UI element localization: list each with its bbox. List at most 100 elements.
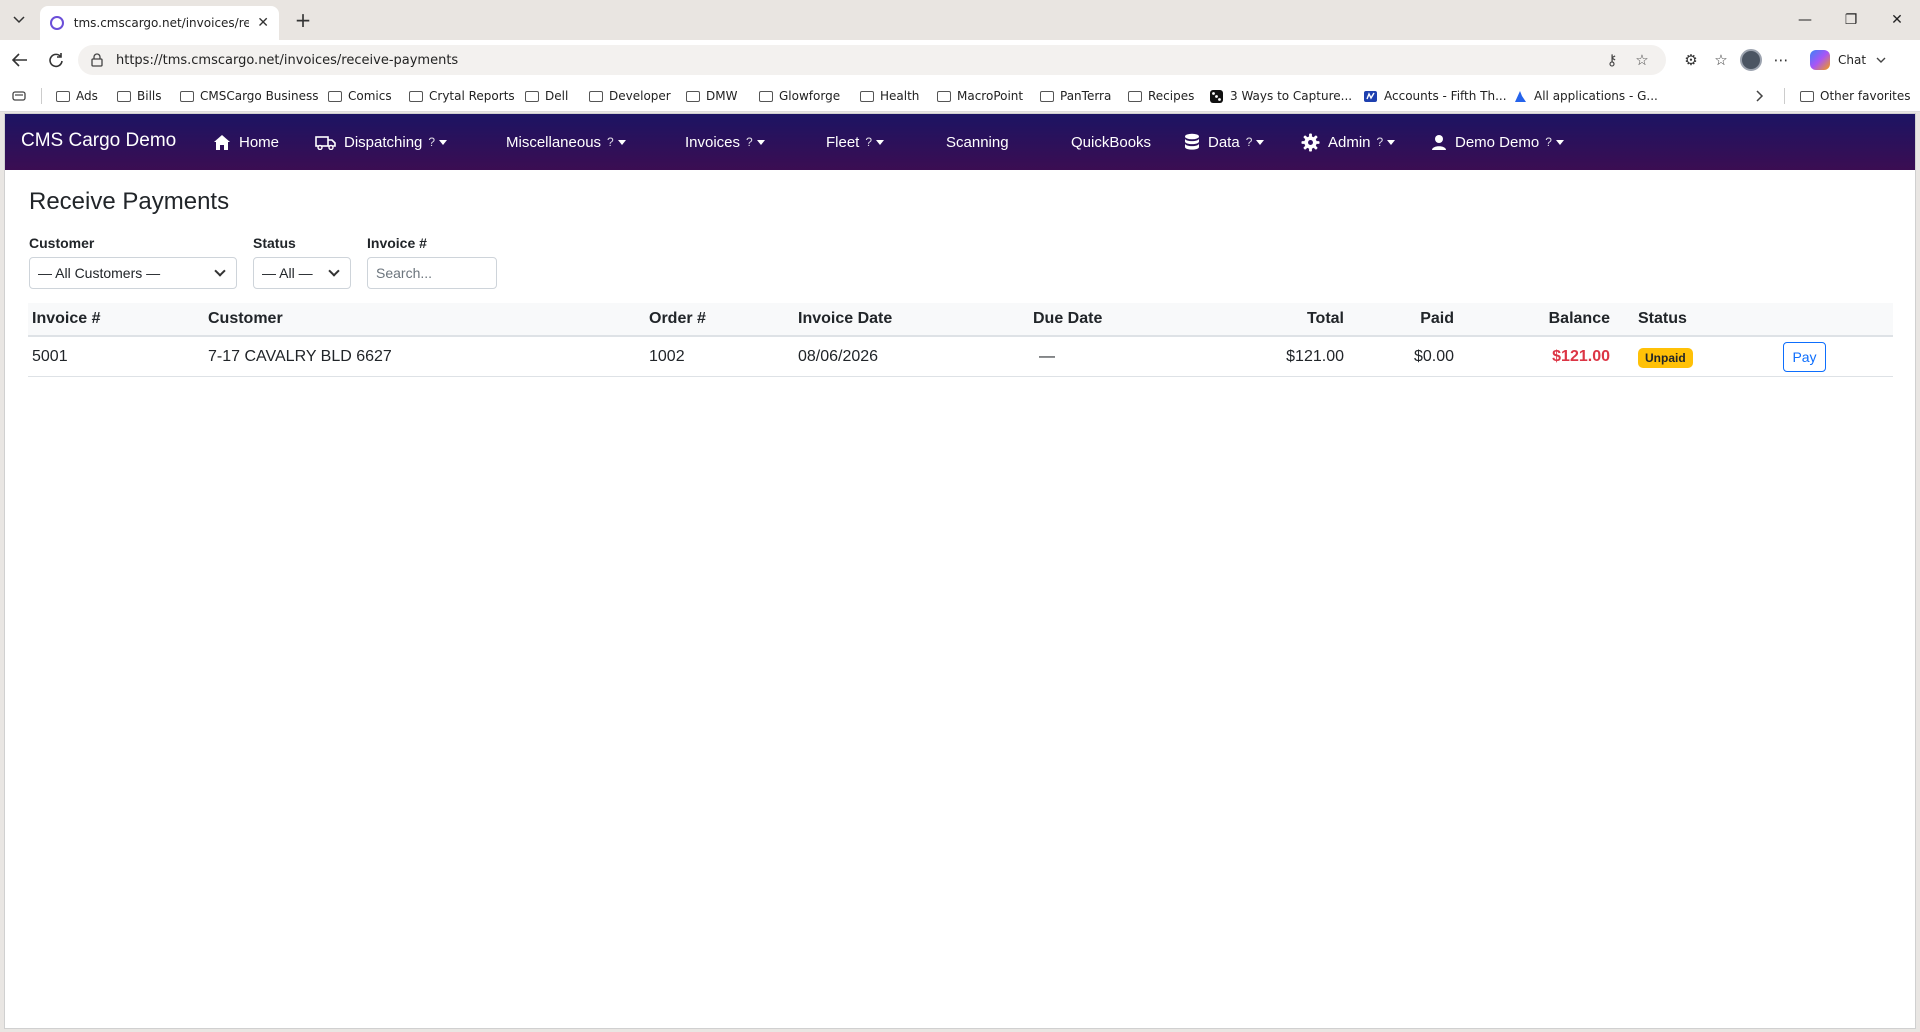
column-header-order[interactable]: Order #	[649, 310, 706, 328]
divider	[1784, 88, 1785, 104]
copilot-chat-button[interactable]: Chat	[1802, 46, 1894, 74]
new-tab-button[interactable]: +	[290, 8, 316, 32]
bookmark-folder[interactable]: Dell	[525, 80, 568, 112]
extensions-icon[interactable]: ⚙	[1676, 46, 1706, 74]
nav-admin[interactable]: Admin ?	[1301, 114, 1396, 170]
column-header-due-date[interactable]: Due Date	[1033, 310, 1102, 328]
bookmark-folder[interactable]: Recipes	[1128, 80, 1194, 112]
folder-icon	[1040, 90, 1054, 102]
cell-due-date: —	[1039, 348, 1055, 365]
home-icon	[214, 134, 230, 150]
bank-logo-icon	[1364, 90, 1377, 102]
browser-toolbar: https://tms.cmscargo.net/invoices/receiv…	[0, 40, 1920, 80]
bookmark-label: Comics	[348, 89, 392, 103]
invoice-search-input[interactable]	[367, 257, 497, 289]
nav-quickbooks[interactable]: QuickBooks	[1071, 114, 1151, 170]
nav-label: Dispatching	[344, 133, 423, 151]
back-icon[interactable]	[6, 48, 34, 72]
tab-close-icon[interactable]: ✕	[257, 15, 269, 31]
brand-link[interactable]: CMS Cargo Demo	[21, 130, 176, 152]
bookmark-folder[interactable]: Comics	[328, 80, 392, 112]
pay-button[interactable]: Pay	[1783, 342, 1826, 372]
bookmark-label: Glowforge	[779, 89, 841, 103]
bookmark-link[interactable]: All applications - G...	[1513, 80, 1658, 112]
help-icon[interactable]: ?	[428, 135, 435, 149]
folder-icon	[686, 90, 700, 102]
minimize-icon[interactable]: —	[1782, 0, 1828, 40]
column-header-balance[interactable]: Balance	[1508, 310, 1610, 328]
bookmarks-overflow-icon[interactable]	[1756, 80, 1764, 112]
favorites-icon[interactable]: ☆	[1706, 46, 1736, 74]
bookmark-label: Developer	[609, 89, 671, 103]
nav-user-menu[interactable]: Demo Demo ?	[1431, 114, 1564, 170]
bookmark-folder[interactable]: Bills	[117, 80, 162, 112]
close-window-icon[interactable]: ✕	[1874, 0, 1920, 40]
caret-down-icon	[439, 139, 448, 145]
bookmark-folder[interactable]: Developer	[589, 80, 671, 112]
bookmark-folder[interactable]: Health	[860, 80, 919, 112]
restore-icon[interactable]: ❐	[1828, 0, 1874, 40]
nav-dispatching[interactable]: Dispatching ?	[315, 114, 448, 170]
nav-label: Admin	[1328, 133, 1371, 151]
other-favorites[interactable]: Other favorites	[1800, 80, 1911, 112]
bookmark-label: PanTerra	[1060, 89, 1112, 103]
column-header-invoice-date[interactable]: Invoice Date	[798, 310, 892, 328]
column-header-paid[interactable]: Paid	[1368, 310, 1454, 328]
help-icon[interactable]: ?	[865, 135, 872, 149]
nav-data[interactable]: Data ?	[1184, 114, 1265, 170]
url-text[interactable]: https://tms.cmscargo.net/invoices/receiv…	[116, 53, 1592, 68]
gear-icon	[1301, 132, 1320, 152]
invoice-filter-label: Invoice #	[367, 235, 427, 251]
favorite-star-icon[interactable]: ☆	[1632, 50, 1652, 70]
status-filter-label: Status	[253, 235, 296, 251]
column-header-invoice[interactable]: Invoice #	[32, 310, 100, 328]
nav-scanning[interactable]: Scanning	[946, 114, 1009, 170]
site-info-icon[interactable]	[90, 53, 104, 67]
bookmark-label: Health	[880, 89, 920, 103]
bookmark-folder[interactable]: PanTerra	[1040, 80, 1111, 112]
refresh-icon[interactable]	[42, 48, 70, 72]
page-title: Receive Payments	[29, 188, 230, 215]
folder-icon	[860, 90, 874, 102]
nav-invoices[interactable]: Invoices ?	[685, 114, 765, 170]
profile-button[interactable]	[1736, 46, 1766, 74]
column-header-total[interactable]: Total	[1228, 310, 1344, 328]
chevron-down-icon	[1876, 57, 1886, 63]
bookmark-folder[interactable]: Ads	[56, 80, 98, 112]
bookmark-link[interactable]: 3 Ways to Capture...	[1209, 80, 1352, 112]
cell-balance: $121.00	[1552, 348, 1610, 365]
bookmark-folder[interactable]: MacroPoint	[937, 80, 1023, 112]
nav-fleet[interactable]: Fleet ?	[826, 114, 885, 170]
folder-icon	[937, 90, 951, 102]
address-bar[interactable]: https://tms.cmscargo.net/invoices/receiv…	[78, 45, 1666, 75]
status-select[interactable]: — All —	[253, 257, 351, 289]
more-options-icon[interactable]: ⋯	[1766, 46, 1796, 74]
bookmark-folder[interactable]: DMW	[686, 80, 737, 112]
bookmark-folder[interactable]: Glowforge	[759, 80, 840, 112]
reading-list-icon[interactable]	[12, 80, 26, 112]
bookmark-label: 3 Ways to Capture...	[1230, 89, 1353, 103]
bookmark-folder[interactable]: CMSCargo Business	[180, 80, 319, 112]
nav-label: Scanning	[946, 133, 1009, 151]
help-icon[interactable]: ?	[746, 135, 753, 149]
customer-select[interactable]: — All Customers —	[29, 257, 237, 289]
column-header-customer[interactable]: Customer	[208, 310, 283, 328]
browser-tab-active[interactable]: tms.cmscargo.net/invoices/receive-paymen…	[40, 6, 279, 40]
nav-miscellaneous[interactable]: Miscellaneous ?	[506, 114, 626, 170]
help-icon[interactable]: ?	[1246, 135, 1253, 149]
nav-home[interactable]: Home	[213, 114, 279, 170]
column-header-status[interactable]: Status	[1638, 310, 1687, 328]
folder-icon	[117, 90, 131, 102]
customer-filter-label: Customer	[29, 235, 95, 251]
chevron-down-icon	[214, 265, 226, 277]
help-icon[interactable]: ?	[607, 135, 614, 149]
help-icon[interactable]: ?	[1545, 135, 1552, 149]
table-row: 5001 7-17 CAVALRY BLD 6627 1002 08/06/20…	[28, 337, 1893, 377]
folder-icon	[328, 90, 342, 102]
help-icon[interactable]: ?	[1377, 135, 1384, 149]
bookmark-folder[interactable]: Crytal Reports	[409, 80, 515, 112]
tab-list-button[interactable]	[6, 8, 32, 32]
password-key-icon[interactable]: ⚷	[1602, 50, 1622, 70]
bookmark-link[interactable]: Accounts - Fifth Th...	[1363, 80, 1507, 112]
caret-down-icon	[756, 139, 765, 145]
